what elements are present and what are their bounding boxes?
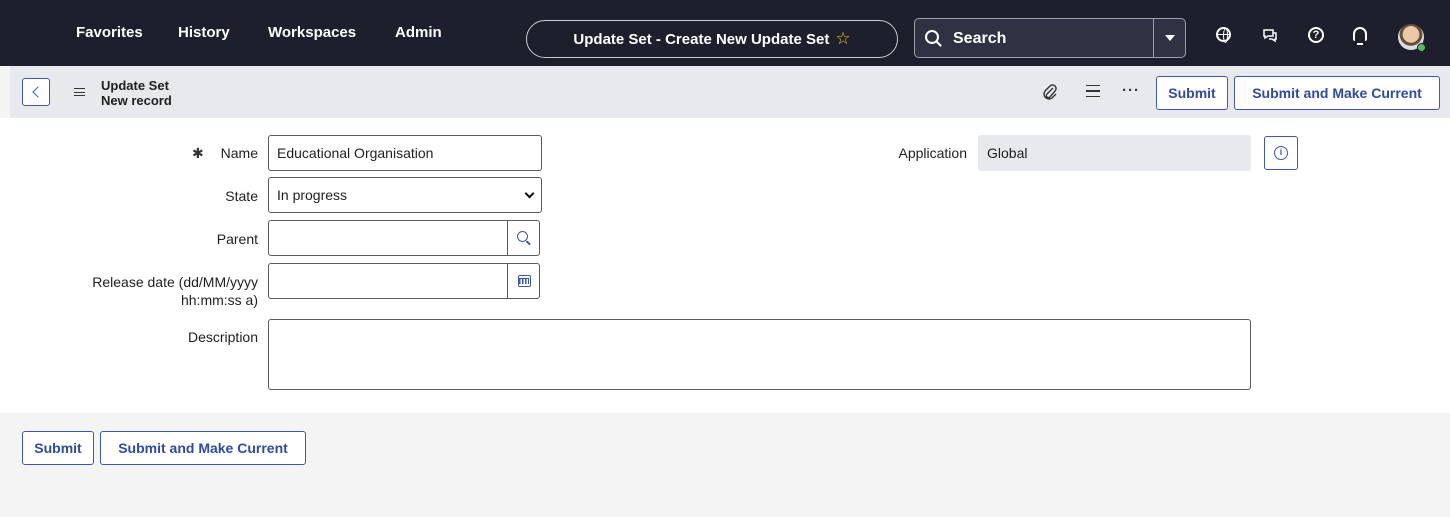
description-label: Description	[187, 329, 258, 345]
nav-workspaces[interactable]: Workspaces	[268, 24, 356, 41]
application-value: Global	[987, 145, 1028, 161]
search-icon	[517, 231, 528, 242]
table-name: Update Set	[101, 78, 169, 93]
parent-lookup-button[interactable]	[507, 220, 540, 256]
record-state: New record	[101, 93, 172, 108]
application-info-button[interactable]: i	[1264, 136, 1298, 170]
status-indicator	[1417, 43, 1426, 52]
back-button[interactable]	[22, 78, 50, 106]
release-date-field[interactable]	[268, 263, 508, 299]
application-field: Global	[978, 135, 1251, 171]
description-textarea[interactable]	[268, 319, 1251, 390]
avatar[interactable]	[1398, 24, 1426, 52]
submit-button-footer[interactable]: Submit	[22, 431, 94, 465]
state-select[interactable]: In progress	[268, 177, 542, 213]
search-icon	[925, 30, 939, 44]
required-asterisk-icon: ✱	[192, 145, 204, 161]
chevron-down-icon	[524, 188, 535, 199]
release-date-picker-button[interactable]	[507, 263, 540, 299]
release-date-label: Release date (dd/MM/yyyy hh:mm:ss a)	[92, 274, 258, 308]
globe-icon[interactable]	[1216, 27, 1231, 43]
nav-admin[interactable]: Admin	[395, 24, 442, 41]
personalize-icon[interactable]	[1086, 85, 1100, 97]
context-title-pill[interactable]: Update Set - Create New Update Set ☆	[526, 20, 898, 58]
top-navigation: Favorites History Workspaces Admin Updat…	[0, 0, 1450, 66]
chat-icon[interactable]	[1262, 27, 1278, 43]
context-menu-icon[interactable]	[74, 88, 85, 96]
application-label: Application	[898, 145, 968, 161]
search-scope-dropdown[interactable]	[1153, 19, 1185, 57]
paperclip-icon[interactable]	[1042, 83, 1058, 106]
star-icon[interactable]: ☆	[835, 29, 850, 49]
record-title: Update Set New record	[101, 78, 172, 108]
state-label: State	[225, 188, 258, 204]
info-icon: i	[1274, 146, 1288, 160]
submit-make-current-button-footer[interactable]: Submit and Make Current	[100, 431, 306, 465]
parent-field[interactable]	[268, 220, 508, 256]
name-value: Educational Organisation	[277, 145, 434, 161]
nav-favorites[interactable]: Favorites	[76, 24, 143, 41]
calendar-icon	[518, 275, 531, 287]
context-title: Update Set - Create New Update Set	[573, 30, 830, 48]
bell-icon[interactable]	[1353, 27, 1367, 45]
name-label: Name	[220, 145, 258, 161]
submit-button-header[interactable]: Submit	[1156, 76, 1228, 110]
state-value: In progress	[277, 187, 348, 203]
search-label: Search	[953, 30, 1007, 47]
more-options-icon[interactable]: ···	[1122, 82, 1140, 99]
help-icon[interactable]: ?	[1308, 27, 1324, 43]
global-search[interactable]: Search	[914, 18, 1186, 58]
name-field[interactable]: Educational Organisation	[268, 135, 542, 171]
parent-label: Parent	[216, 231, 258, 247]
submit-make-current-button-header[interactable]: Submit and Make Current	[1234, 76, 1440, 110]
nav-history[interactable]: History	[178, 24, 230, 41]
